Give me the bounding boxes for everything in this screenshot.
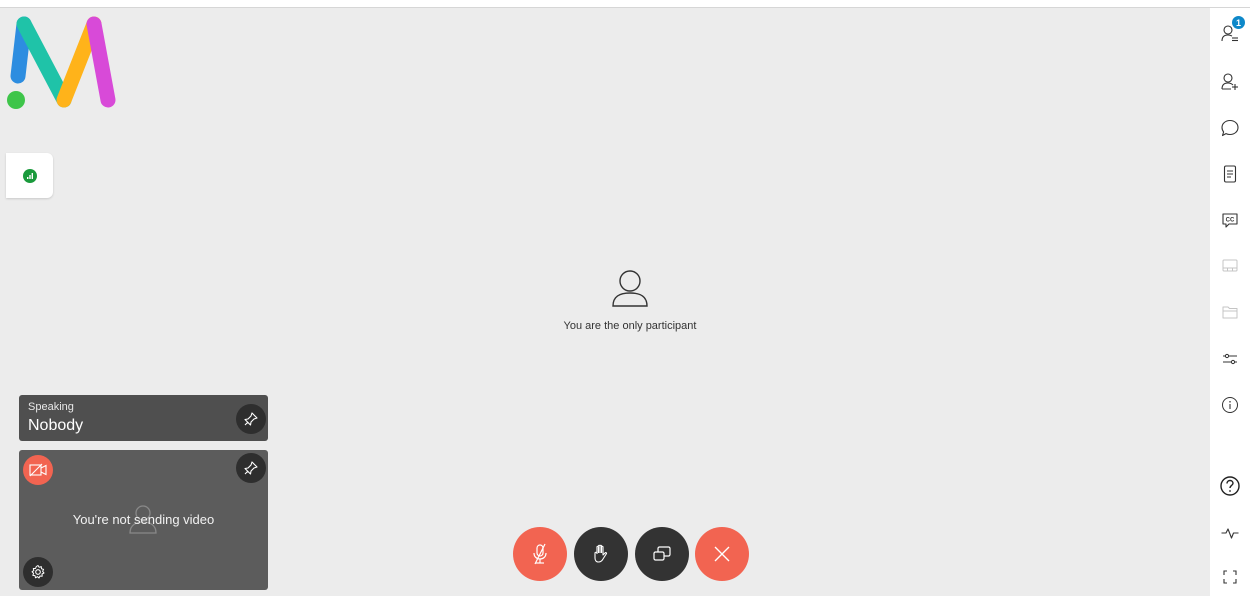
- network-signal-icon: [22, 168, 37, 183]
- share-button[interactable]: [635, 527, 689, 581]
- stats-icon: [1221, 528, 1239, 539]
- pin-speaker-button[interactable]: [236, 404, 266, 434]
- network-quality-button[interactable]: [6, 153, 53, 198]
- only-participant-message: You are the only participant: [563, 320, 697, 332]
- camera-off-button[interactable]: [23, 455, 53, 485]
- pin-icon: [244, 412, 258, 426]
- share-screen-icon: [653, 546, 671, 561]
- notes-button[interactable]: [1218, 162, 1242, 186]
- captions-icon: CC: [1222, 213, 1238, 228]
- speaking-name: Nobody: [28, 417, 84, 434]
- files-icon: [1222, 306, 1238, 319]
- chat-button[interactable]: [1218, 116, 1242, 140]
- info-icon: [1222, 397, 1238, 413]
- invite-button[interactable]: [1218, 70, 1242, 94]
- leave-button[interactable]: [695, 527, 749, 581]
- gear-icon: [31, 565, 45, 579]
- video-settings-button[interactable]: [23, 557, 53, 587]
- participant-placeholder-icon: [612, 270, 648, 307]
- help-icon: [1220, 476, 1240, 496]
- right-sidebar: 1 CC: [1210, 8, 1250, 596]
- statistics-button[interactable]: [1218, 521, 1242, 545]
- speaking-card: Speaking Nobody: [19, 395, 268, 441]
- settings-button[interactable]: [1218, 347, 1242, 371]
- self-view[interactable]: You're not sending video: [19, 450, 268, 590]
- files-button[interactable]: [1218, 300, 1242, 324]
- captions-button[interactable]: CC: [1218, 208, 1242, 232]
- raise-hand-button[interactable]: [574, 527, 628, 581]
- info-button[interactable]: [1218, 393, 1242, 417]
- whiteboard-icon: [1222, 259, 1238, 272]
- not-sending-video-text: You're not sending video: [72, 512, 215, 527]
- settings-sliders-icon: [1223, 353, 1237, 365]
- participants-count-badge: 1: [1232, 16, 1245, 29]
- camera-off-icon: [29, 463, 47, 477]
- invite-icon: [1221, 73, 1238, 90]
- logo: [7, 16, 116, 109]
- mic-muted-icon: [533, 543, 547, 565]
- fullscreen-icon: [1223, 570, 1237, 584]
- speaking-label: Speaking: [28, 401, 74, 413]
- raise-hand-icon: [594, 544, 608, 563]
- pin-self-button[interactable]: [236, 453, 266, 483]
- fullscreen-button[interactable]: [1218, 565, 1242, 589]
- top-border: [0, 0, 1250, 8]
- pin-icon: [244, 461, 258, 475]
- notes-icon: [1223, 165, 1237, 183]
- mute-button[interactable]: [513, 527, 567, 581]
- chat-icon: [1221, 119, 1239, 137]
- close-icon: [714, 546, 730, 562]
- svg-text:CC: CC: [1226, 218, 1235, 224]
- whiteboard-button[interactable]: [1218, 254, 1242, 278]
- participants-button[interactable]: 1: [1218, 16, 1245, 46]
- help-button[interactable]: [1218, 474, 1242, 498]
